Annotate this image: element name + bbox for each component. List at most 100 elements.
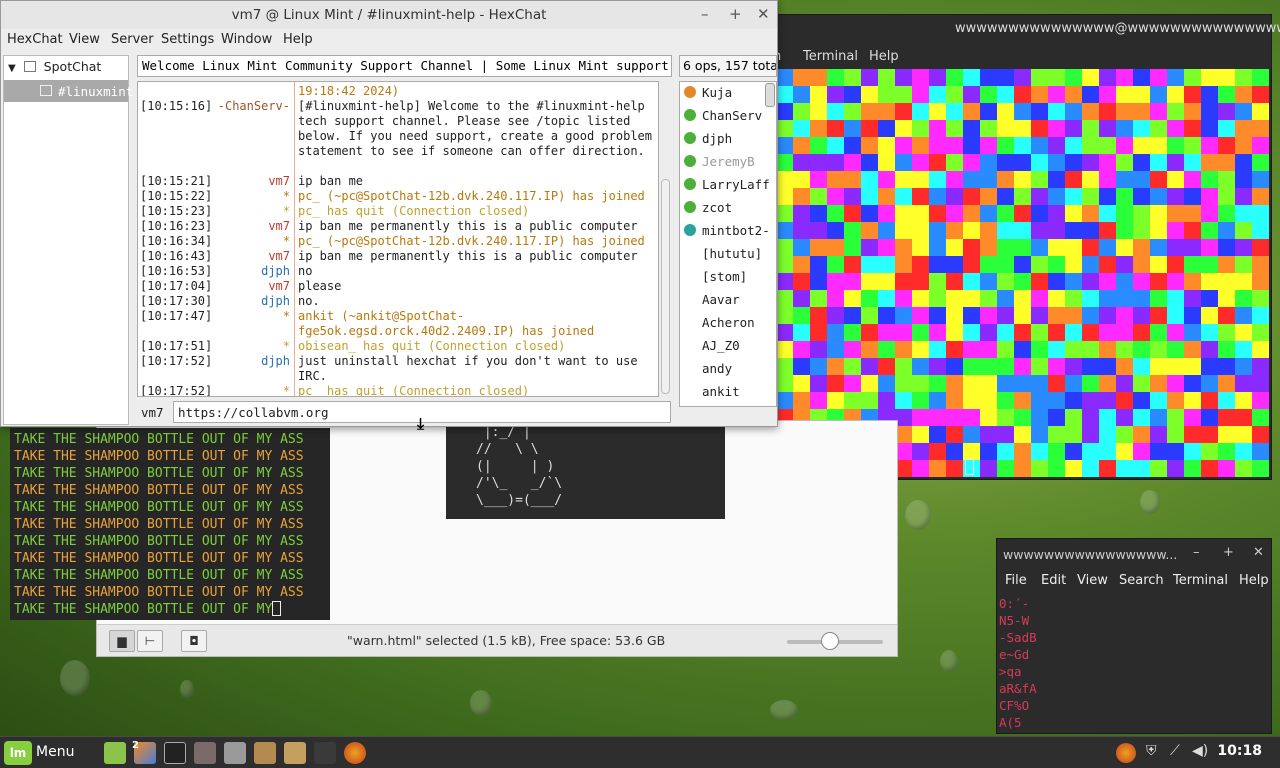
volume-icon[interactable]: ◀) [1192, 743, 1208, 759]
tree-channel-selected[interactable]: #linuxmint [4, 80, 133, 102]
minimize-icon[interactable]: – [701, 5, 709, 23]
toggle-sidebar-button[interactable]: ◘ [181, 630, 207, 652]
repeat-text-terminal[interactable]: TAKE THE SHAMPOO BOTTLE OUT OF MY ASS TA… [10, 428, 330, 620]
noise-pixel [946, 188, 963, 205]
menu-help[interactable]: Help [869, 49, 899, 64]
menu-help[interactable]: Help [1239, 573, 1269, 588]
menu-edit[interactable]: Edit [1041, 573, 1066, 588]
noise-pixel [1065, 120, 1082, 137]
minimize-icon[interactable]: – [1193, 545, 1200, 560]
noise-pixel [912, 256, 929, 273]
noise-pixel [1252, 392, 1269, 409]
user-list-item[interactable]: AJ_Z0 [680, 336, 766, 358]
user-list-item[interactable]: [stom] [680, 267, 766, 289]
zoom-slider-knob[interactable] [821, 632, 840, 650]
chat-scrollbar[interactable] [661, 179, 670, 394]
noise-pixel [1235, 392, 1252, 409]
message-nick[interactable]: * [283, 204, 290, 219]
files-launcher-icon[interactable] [104, 742, 126, 764]
menu-terminal[interactable]: Terminal [1173, 573, 1228, 588]
window-button-icon[interactable] [194, 742, 216, 764]
menu-file[interactable]: File [1005, 573, 1027, 588]
noise-pixel [1150, 409, 1167, 426]
topic-bar[interactable]: Welcome Linux Mint Community Support Cha… [137, 55, 672, 77]
user-name: zcot [702, 200, 733, 215]
message-nick[interactable]: * [283, 384, 290, 396]
noise-pixel [929, 222, 946, 239]
menu-view[interactable]: View [1077, 573, 1108, 588]
channel-tree[interactable]: ▼ SpotChat #linuxmint [3, 55, 133, 425]
menu-server[interactable]: Server [111, 32, 154, 47]
close-icon[interactable]: ✕ [1253, 545, 1264, 560]
places-view-button[interactable]: ▆ [109, 630, 135, 652]
maximize-icon[interactable]: + [729, 5, 742, 23]
menu-help[interactable]: Help [283, 32, 313, 47]
noise-pixel [997, 205, 1014, 222]
noise-pixel [1235, 460, 1252, 477]
message-nick[interactable]: * [283, 189, 290, 204]
archive-window-icon[interactable] [254, 742, 276, 764]
tree-network[interactable]: ▼ SpotChat [8, 59, 101, 74]
user-list-item[interactable]: JeremyB [680, 152, 766, 174]
shield-icon[interactable]: ⛨ [1146, 743, 1157, 759]
message-nick[interactable]: * [283, 234, 290, 249]
expander-arrow-icon[interactable]: ▼ [8, 63, 16, 74]
window-button-icon[interactable] [224, 742, 246, 764]
tree-view-button[interactable]: ⊢ [137, 630, 163, 652]
network-icon[interactable]: ⟋ [1170, 743, 1180, 759]
noise-pixel [997, 443, 1014, 460]
message-nick[interactable]: vm7 [268, 249, 290, 264]
clock[interactable]: 10:18 [1217, 743, 1262, 759]
message-nick[interactable]: -ChanServ- [218, 99, 290, 114]
hexchat-window[interactable]: vm7 @ Linux Mint / #linuxmint-help - Hex… [0, 0, 778, 427]
user-list[interactable]: Kuja ChanServ djph JeremyB LarryLaff zcot mint… [679, 81, 777, 407]
noise-pixel [776, 358, 793, 375]
user-list-item[interactable]: zcot [680, 198, 766, 220]
message-nick[interactable]: vm7 [268, 219, 290, 234]
user-list-item[interactable]: ankit [680, 382, 766, 404]
window-titlebar[interactable]: vm7 @ Linux Mint / #linuxmint-help - Hex… [1, 1, 777, 29]
menu-view[interactable]: View [69, 32, 100, 47]
noise-pixel [895, 358, 912, 375]
close-icon[interactable]: ✕ [757, 5, 770, 23]
user-list-item[interactable]: Aavar [680, 290, 766, 312]
message-nick[interactable]: * [283, 309, 290, 324]
message-nick[interactable]: djph [261, 294, 290, 309]
archive-window-icon[interactable] [284, 742, 306, 764]
terminal-window-small[interactable]: wwwwwwwwwwwwwwww... – + ✕ File Edit View… [996, 538, 1272, 734]
menu-hexchat[interactable]: HexChat [7, 32, 63, 47]
user-list-item[interactable]: djph [680, 129, 766, 151]
terminal-launcher-icon[interactable] [164, 742, 186, 764]
noise-pixel [929, 409, 946, 426]
message-nick[interactable]: djph [261, 264, 290, 279]
user-list-item[interactable]: mintbot2- [680, 221, 770, 243]
noise-pixel [827, 120, 844, 137]
message-nick[interactable]: vm7 [268, 174, 290, 189]
menu-settings[interactable]: Settings [161, 32, 214, 47]
maximize-icon[interactable]: + [1223, 545, 1234, 560]
menu-terminal[interactable]: Terminal [803, 49, 858, 64]
hexchat-window-icon[interactable] [344, 742, 366, 764]
message-nick[interactable]: vm7 [268, 279, 290, 294]
message-nick[interactable]: * [283, 339, 290, 354]
input-nick-button[interactable]: vm7 [141, 405, 164, 420]
user-list-item[interactable]: andy [680, 359, 766, 381]
window-button-icon[interactable] [314, 742, 336, 764]
user-list-item[interactable]: [hututu] [680, 244, 766, 266]
menu-window[interactable]: Window [221, 32, 272, 47]
user-list-item[interactable]: ChanServ [680, 106, 766, 128]
user-list-item[interactable]: Kuja [680, 83, 766, 105]
status-text: "warn.html" selected (1.5 kB), Free spac… [347, 633, 666, 648]
user-list-item[interactable]: Acheron [680, 313, 766, 335]
noise-pixel [946, 290, 963, 307]
noise-pixel [1201, 171, 1218, 188]
chat-log[interactable]: 19:18:42 2024) [10:15:16] -ChanServ- [#linu… [137, 81, 659, 397]
message-nick[interactable]: djph [261, 354, 290, 369]
user-name: djph [702, 131, 733, 146]
hexchat-tray-icon[interactable] [1116, 743, 1136, 763]
user-list-item[interactable]: LarryLaff [680, 175, 770, 197]
terminal-window-noise[interactable]: wwwwwwwwwwwwwww@wwwwwwwwwwwwwwww h Termi… [724, 14, 1280, 480]
menu-search[interactable]: Search [1119, 573, 1164, 588]
user-name: Aavar [702, 292, 740, 307]
userlist-scrollbar[interactable] [765, 83, 775, 107]
